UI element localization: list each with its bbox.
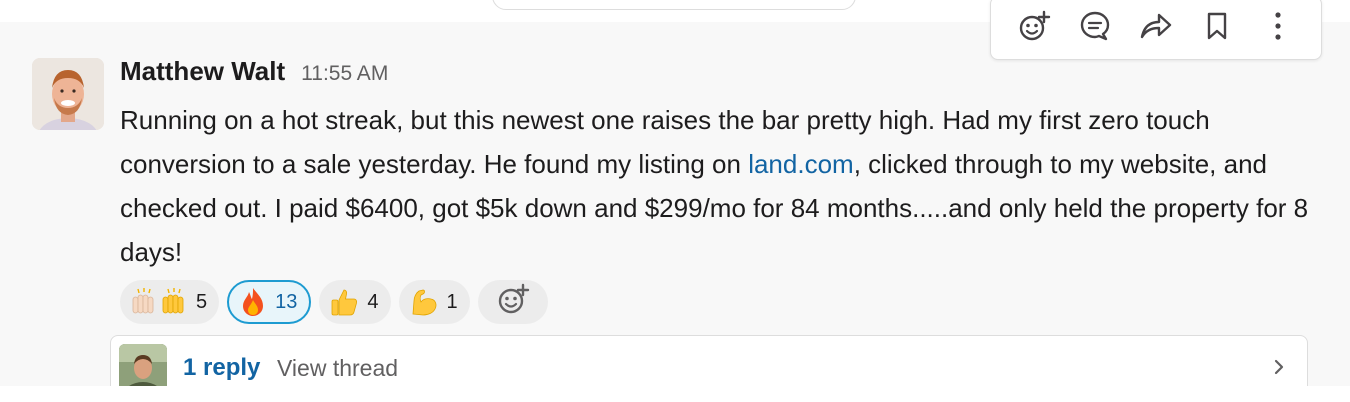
- reaction-count: 1: [446, 290, 458, 313]
- bookmark-icon: [1205, 11, 1229, 46]
- more-actions-button[interactable]: [1254, 4, 1302, 52]
- thumbs-up-icon: [329, 287, 359, 317]
- date-divider-pill: [492, 0, 856, 10]
- reaction-flexed-biceps[interactable]: 1: [398, 280, 470, 324]
- raised-hands-icon: [130, 287, 188, 317]
- fire-icon: [239, 287, 267, 317]
- share-message-button[interactable]: [1132, 4, 1180, 52]
- view-thread-label[interactable]: View thread: [277, 355, 398, 382]
- save-for-later-button[interactable]: [1193, 4, 1241, 52]
- message-row[interactable]: Matthew Walt 11:55 AM Running on a hot s…: [0, 22, 1350, 399]
- flexed-biceps-icon: [409, 287, 439, 317]
- add-reaction-button[interactable]: [477, 280, 548, 324]
- share-icon: [1139, 11, 1173, 46]
- message-text: Running on a hot streak, but this newest…: [120, 98, 1310, 274]
- add-reaction-tool-button[interactable]: [1010, 4, 1058, 52]
- add-emoji-icon: [496, 283, 530, 321]
- author-name[interactable]: Matthew Walt: [120, 56, 285, 87]
- reply-in-thread-button[interactable]: [1071, 4, 1119, 52]
- listing-link[interactable]: land.com: [748, 149, 854, 179]
- reply-in-thread-icon: [1079, 10, 1111, 47]
- reaction-count: 5: [196, 290, 208, 313]
- message-header: Matthew Walt 11:55 AM: [120, 56, 388, 92]
- reply-avatar: [119, 344, 167, 392]
- reaction-fire[interactable]: 13: [227, 280, 312, 324]
- reaction-raised-hands[interactable]: 5: [120, 280, 220, 324]
- reaction-count: 13: [275, 290, 298, 313]
- add-reaction-icon: [1017, 10, 1051, 47]
- avatar[interactable]: [32, 58, 104, 130]
- more-actions-icon: [1273, 10, 1283, 47]
- reply-count-link[interactable]: 1 reply: [183, 354, 260, 382]
- reaction-thumbs-up[interactable]: 4: [319, 280, 391, 324]
- message-timestamp[interactable]: 11:55 AM: [301, 62, 388, 86]
- next-message-area: [0, 386, 1350, 402]
- reaction-count: 4: [367, 290, 379, 313]
- message-actions-toolbar: [990, 0, 1322, 60]
- reactions-bar: 5 13 4 1: [120, 280, 548, 324]
- chevron-right-icon[interactable]: [1273, 358, 1285, 381]
